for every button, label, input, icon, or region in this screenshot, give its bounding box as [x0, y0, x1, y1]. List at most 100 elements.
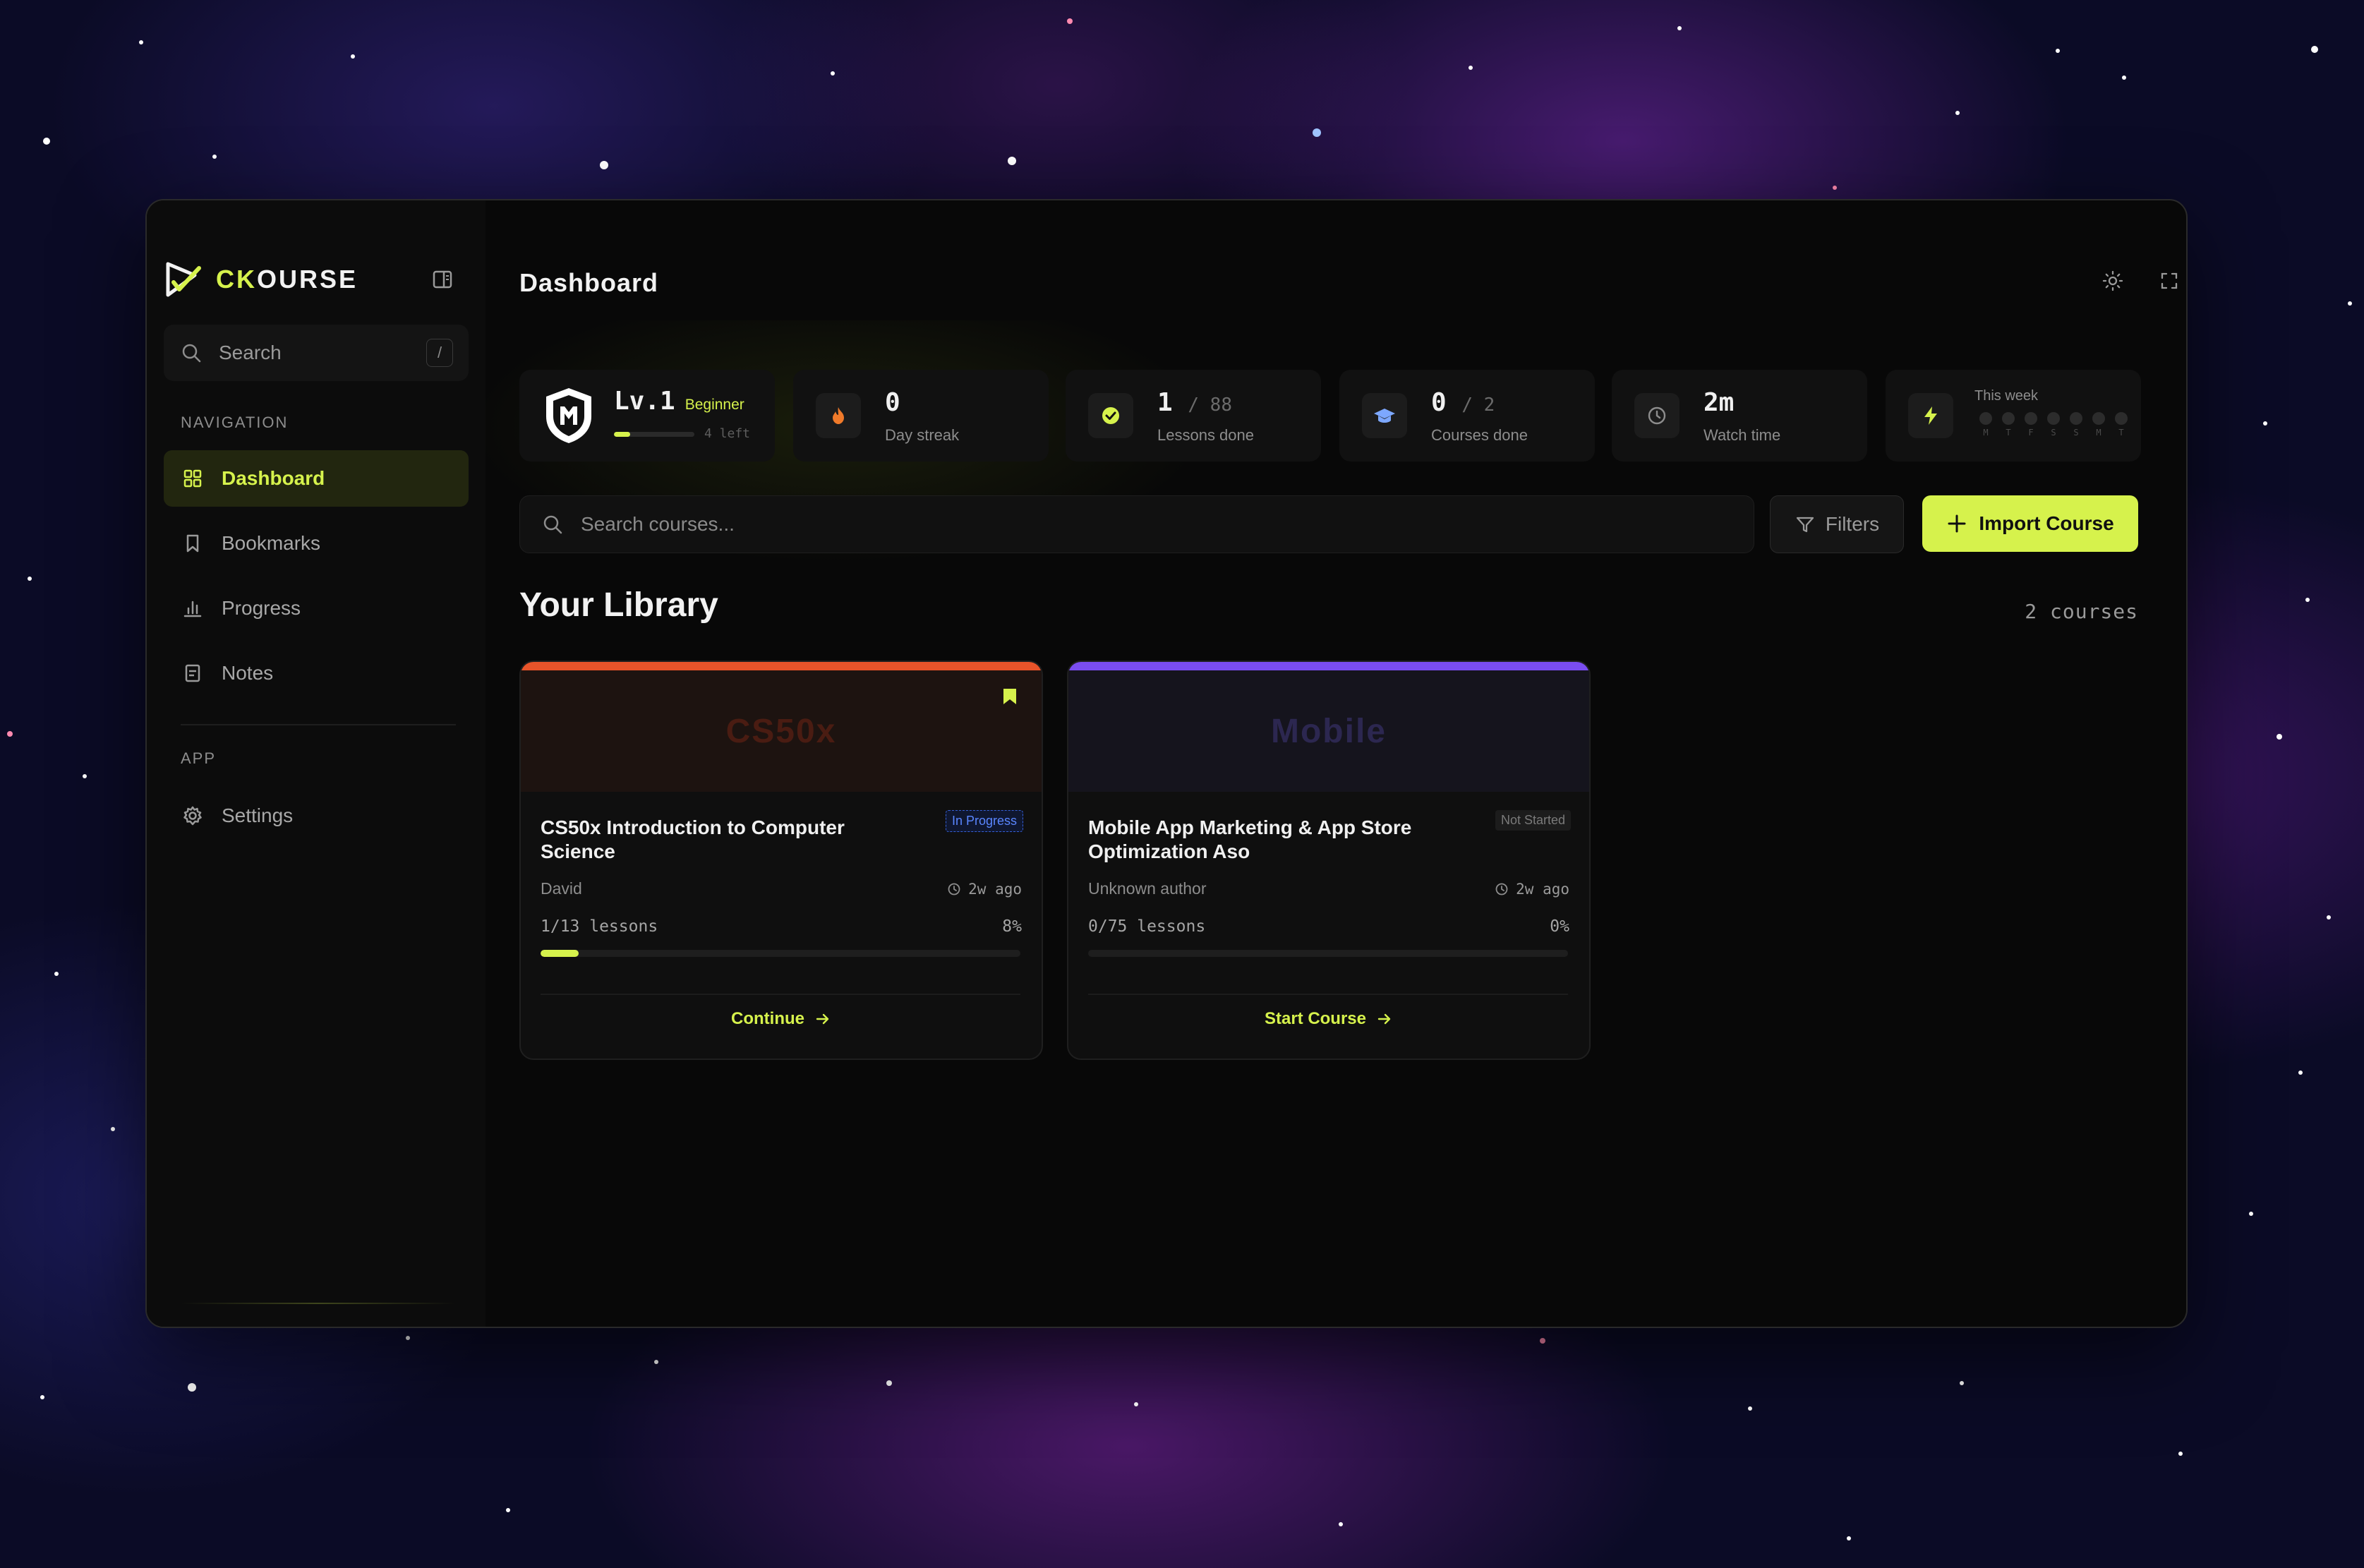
sidebar-item-notes[interactable]: Notes — [164, 645, 469, 701]
level-badge-icon — [546, 388, 591, 443]
card-divider — [1088, 994, 1568, 995]
sun-icon[interactable] — [2101, 270, 2124, 292]
sidebar-item-label: Notes — [222, 662, 274, 684]
level-stat-card[interactable]: Lv.1 Beginner 4 left — [519, 370, 775, 462]
arrow-right-icon — [1377, 1013, 1391, 1025]
graduation-cap-icon — [1374, 409, 1395, 423]
week-day: S — [2042, 412, 2065, 438]
continue-button[interactable]: Continue — [521, 1009, 1042, 1029]
import-course-button[interactable]: Import Course — [1922, 495, 2138, 552]
courses-value: 0 — [1431, 388, 1447, 417]
course-updated: 2w ago — [1495, 881, 1569, 898]
week-day: M — [1974, 412, 1997, 438]
course-progress-bar — [541, 950, 1020, 957]
course-accent-bar — [521, 662, 1042, 670]
course-progress-fill — [541, 950, 579, 957]
main-content: Dashboard Lv.1 Beginner 4 left 0 Day str… — [486, 200, 2186, 1327]
library-title: Your Library — [519, 586, 718, 624]
clock-icon — [1495, 883, 1508, 895]
week-day: T — [2110, 412, 2133, 438]
bookmark-icon[interactable] — [1002, 687, 1018, 706]
week-icon-box — [1908, 393, 1953, 438]
bar-chart-icon — [183, 601, 202, 617]
week-day-label: T — [2006, 428, 2011, 438]
sidebar-item-progress[interactable]: Progress — [164, 580, 469, 637]
card-divider — [541, 994, 1020, 995]
status-badge: In Progress — [945, 810, 1023, 832]
week-day: S — [2065, 412, 2087, 438]
flame-icon — [833, 407, 844, 424]
sidebar-divider — [181, 724, 456, 725]
course-updated-label: 2w ago — [968, 881, 1022, 898]
start-course-button[interactable]: Start Course — [1068, 1009, 1589, 1029]
week-day: T — [1997, 412, 2020, 438]
sidebar-search-label: Search — [219, 342, 282, 363]
week-day-label: F — [2028, 428, 2034, 438]
clock-icon — [1648, 406, 1666, 425]
course-card[interactable]: Mobile Mobile App Marketing & App Store … — [1067, 661, 1591, 1060]
sidebar-item-dashboard[interactable]: Dashboard — [164, 450, 469, 507]
lightning-icon — [1924, 406, 1937, 425]
navigation-section-label: NAVIGATION — [181, 414, 289, 431]
watch-time-stat-card[interactable]: 2m Watch time — [1612, 370, 1867, 462]
page-title: Dashboard — [519, 268, 659, 297]
week-day-dot — [1979, 412, 1992, 425]
streak-caption: Day streak — [885, 426, 960, 444]
watch-caption: Watch time — [1703, 426, 1781, 444]
clock-icon — [948, 883, 960, 895]
level-value: Lv.1 — [614, 387, 675, 416]
bookmark-icon — [186, 534, 199, 553]
search-icon — [543, 515, 562, 534]
level-left-label: 4 left — [704, 426, 751, 441]
course-banner: Mobile — [1068, 670, 1589, 792]
level-rank: Beginner — [685, 397, 744, 413]
lessons-caption: Lessons done — [1157, 426, 1254, 444]
sidebar-item-bookmarks[interactable]: Bookmarks — [164, 515, 469, 572]
logo-icon — [166, 262, 201, 297]
sidebar-search[interactable]: Search / — [164, 325, 469, 381]
course-accent-bar — [1068, 662, 1589, 670]
filters-label: Filters — [1825, 513, 1880, 535]
streak-value: 0 — [885, 388, 900, 417]
watch-icon-box — [1634, 393, 1679, 438]
course-search-placeholder: Search courses... — [581, 513, 735, 535]
level-progress-fill — [614, 432, 630, 437]
plus-icon — [1948, 514, 1966, 533]
sidebar-item-label: Bookmarks — [222, 532, 321, 554]
level-progress-bar — [614, 432, 694, 437]
week-day-dot — [2002, 412, 2015, 425]
sidebar-item-label: Dashboard — [222, 467, 325, 489]
app-logo[interactable]: CKOURSE — [164, 260, 358, 299]
sidebar-bottom-divider — [181, 1303, 456, 1304]
streak-stat-card[interactable]: 0 Day streak — [793, 370, 1049, 462]
arrow-right-icon — [816, 1013, 829, 1025]
start-course-label: Start Course — [1264, 1009, 1367, 1028]
lessons-value: 1 — [1157, 388, 1173, 417]
filters-button[interactable]: Filters — [1770, 495, 1904, 553]
lessons-total: / 88 — [1188, 394, 1232, 416]
week-day-dot — [2092, 412, 2105, 425]
courses-stat-card[interactable]: 0 / 2 Courses done — [1339, 370, 1595, 462]
note-icon — [185, 664, 200, 682]
sidebar-item-settings[interactable]: Settings — [164, 788, 469, 844]
course-percent: 8% — [1002, 917, 1022, 936]
course-search-input[interactable]: Search courses... — [519, 495, 1754, 553]
week-activity-card[interactable]: This week M T F S S M T — [1886, 370, 2141, 462]
week-day-label: S — [2073, 428, 2079, 438]
lessons-stat-card[interactable]: 1 / 88 Lessons done — [1066, 370, 1321, 462]
grid-icon — [183, 469, 202, 488]
lessons-icon-box — [1088, 393, 1133, 438]
course-lessons: 1/13 lessons — [541, 917, 658, 936]
gear-icon — [183, 806, 202, 826]
week-day-dot — [2070, 412, 2082, 425]
course-banner: CS50x — [521, 670, 1042, 792]
streak-icon-box — [816, 393, 861, 438]
course-card[interactable]: CS50x CS50x Introduction to Computer Sci… — [519, 661, 1043, 1060]
courses-total: / 2 — [1461, 394, 1495, 416]
course-percent: 0% — [1550, 917, 1569, 936]
sidebar: CKOURSE Search / NAVIGATION Dashboard Bo… — [147, 200, 486, 1327]
fullscreen-icon[interactable] — [2158, 270, 2181, 292]
sidebar-toggle-icon[interactable] — [432, 270, 453, 289]
filter-icon — [1796, 517, 1814, 533]
courses-value-group: 0 / 2 — [1431, 388, 1495, 417]
